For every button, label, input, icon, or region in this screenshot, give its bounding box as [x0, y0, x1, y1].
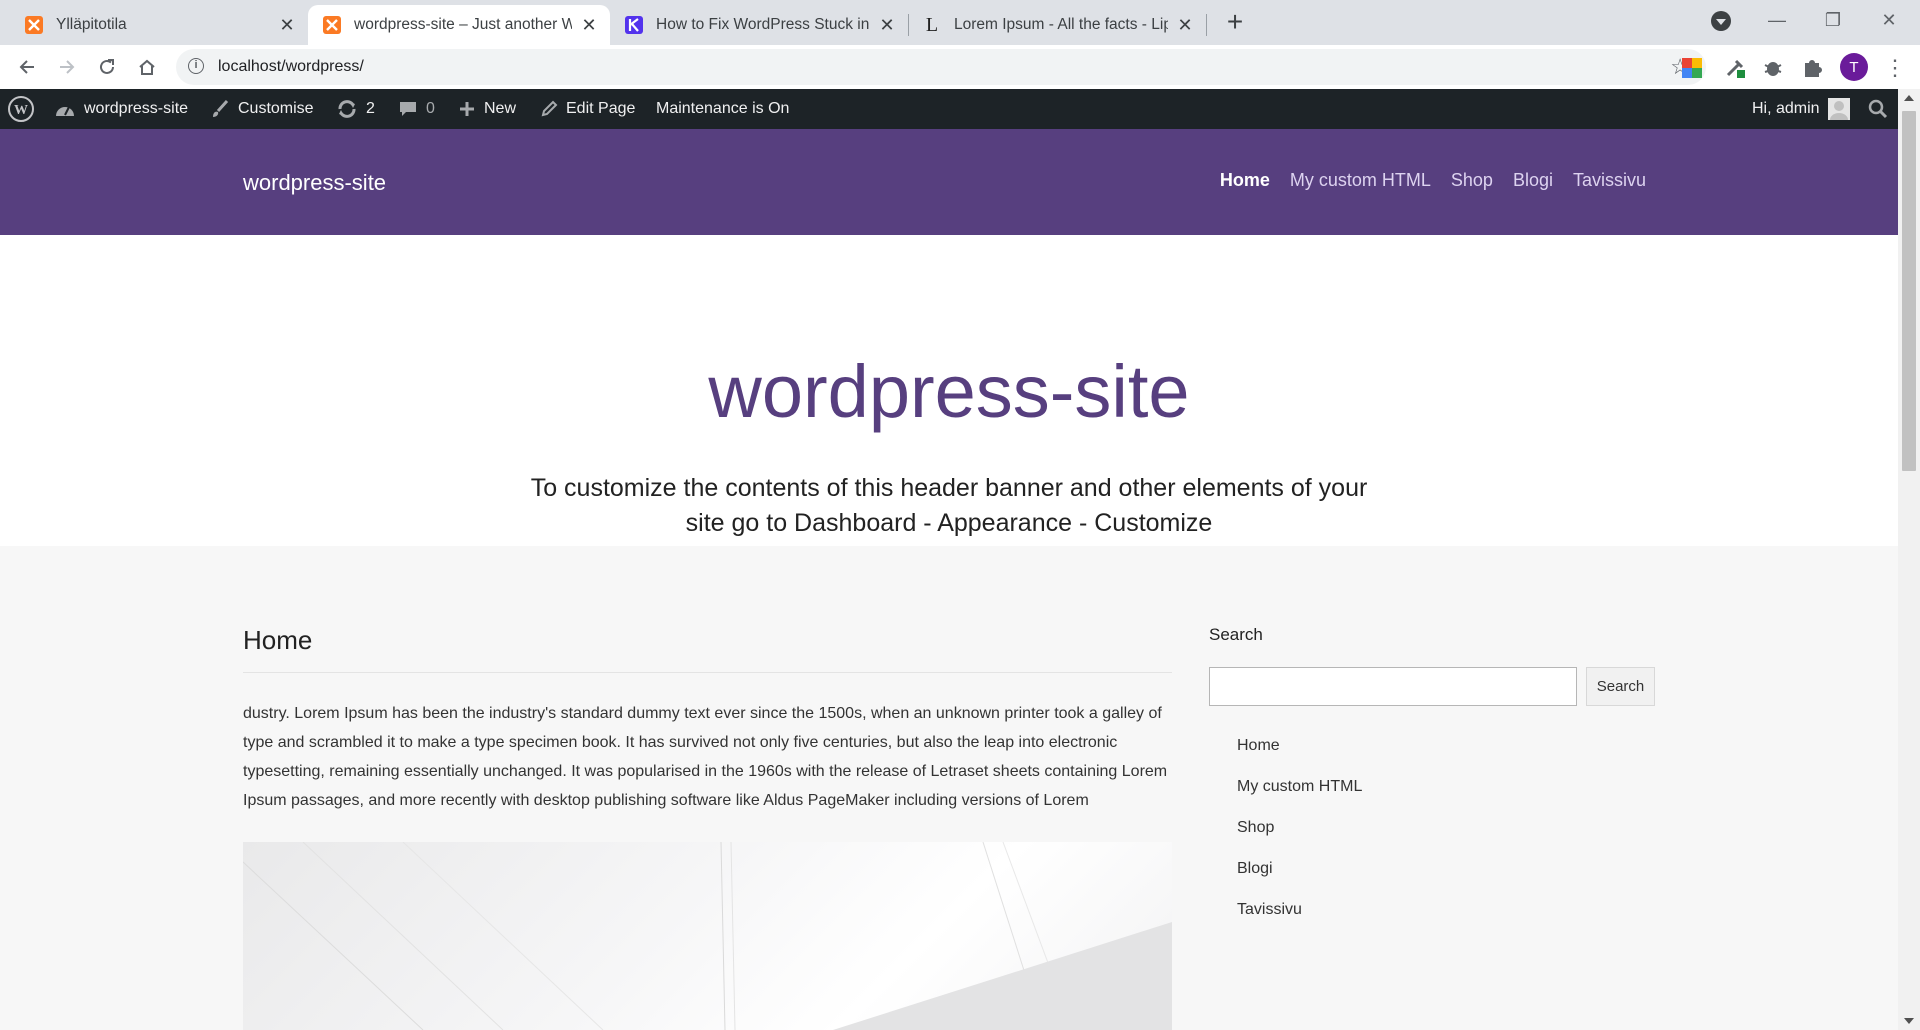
kinsta-icon — [624, 15, 644, 35]
tab-search-icon[interactable] — [1711, 11, 1731, 31]
admin-site-name-label: wordpress-site — [84, 100, 189, 117]
forward-icon[interactable] — [52, 52, 82, 82]
main-navigation: Home My custom HTML Shop Blogi Tavissivu — [1200, 170, 1646, 191]
profile-initial: T — [1849, 58, 1859, 76]
site-header: wordpress-site Home My custom HTML Shop … — [0, 129, 1898, 235]
browser-tab-strip: Ylläpitotila ✕ wordpress-site – Just ano… — [0, 0, 1920, 45]
profile-avatar[interactable]: T — [1840, 53, 1868, 81]
nav-shop[interactable]: Shop — [1451, 170, 1493, 191]
brush-icon — [210, 99, 230, 119]
updates-icon — [336, 99, 358, 119]
reload-icon[interactable] — [92, 52, 122, 82]
browser-tab-wordpress-site[interactable]: wordpress-site – Just another WordPress … — [308, 5, 610, 45]
plus-icon — [458, 100, 476, 118]
dashboard-icon — [54, 100, 76, 118]
admin-site-name[interactable]: wordpress-site — [54, 89, 188, 129]
tab-separator — [1206, 14, 1207, 36]
search-input[interactable] — [1209, 667, 1577, 706]
nav-tavissivu[interactable]: Tavissivu — [1573, 170, 1646, 191]
scrollbar-thumb[interactable] — [1902, 111, 1916, 471]
xampp-icon — [322, 15, 342, 35]
close-tab-icon[interactable]: ✕ — [1176, 15, 1194, 36]
admin-customise[interactable]: Customise — [210, 89, 314, 129]
extension-bug-icon[interactable] — [1762, 57, 1784, 79]
admin-account[interactable]: Hi, admin — [1752, 89, 1850, 129]
new-tab-icon[interactable]: + — [1220, 8, 1250, 38]
admin-comments[interactable]: 0 — [398, 89, 435, 129]
extension-google-icon[interactable] — [1681, 57, 1703, 79]
updates-count: 2 — [366, 100, 375, 117]
scroll-down-arrow-icon[interactable] — [1904, 1018, 1914, 1024]
home-icon[interactable] — [132, 52, 162, 82]
admin-maintenance-label: Maintenance is On — [656, 100, 790, 117]
nav-home[interactable]: Home — [1220, 170, 1270, 191]
admin-customise-label: Customise — [238, 100, 314, 117]
sidebar-link-my-custom-html[interactable]: My custom HTML — [1237, 778, 1362, 819]
site-title-link[interactable]: wordpress-site — [243, 170, 386, 196]
nav-blogi[interactable]: Blogi — [1513, 170, 1553, 191]
address-bar[interactable]: i localhost/wordpress/ ☆ — [176, 49, 1706, 85]
featured-image — [243, 842, 1172, 1030]
extensions-puzzle-icon[interactable] — [1801, 57, 1823, 79]
admin-new-label: New — [484, 100, 517, 117]
search-form: Search — [1209, 667, 1655, 706]
comments-count: 0 — [426, 100, 435, 117]
admin-edit-page[interactable]: Edit Page — [540, 89, 635, 129]
wordpress-logo-icon[interactable]: W — [8, 89, 34, 129]
admin-greeting: Hi, admin — [1752, 100, 1820, 117]
admin-new[interactable]: New — [458, 89, 516, 129]
browser-tab-lipsum[interactable]: L Lorem Ipsum - All the facts - Lipsum g… — [908, 5, 1206, 45]
scroll-up-arrow-icon[interactable] — [1904, 95, 1914, 101]
search-widget-title: Search — [1209, 625, 1263, 644]
wp-admin-bar: W wordpress-site Customise 2 0 New Edit … — [0, 89, 1898, 129]
sidebar-pages-list: Home My custom HTML Shop Blogi Tavissivu — [1237, 737, 1362, 942]
header-banner: wordpress-site To customize the contents… — [0, 235, 1898, 546]
close-window-icon[interactable]: ✕ — [1861, 4, 1917, 36]
admin-updates[interactable]: 2 — [336, 89, 375, 129]
banner-title: wordpress-site — [708, 350, 1190, 433]
browser-menu-icon[interactable]: ⋮ — [1884, 57, 1906, 79]
close-tab-icon[interactable]: ✕ — [878, 15, 896, 36]
tab-title: Lorem Ipsum - All the facts - Lipsum gen… — [954, 16, 1168, 33]
page-body-text: dustry. Lorem Ipsum has been the industr… — [243, 705, 1168, 809]
tab-title: wordpress-site – Just another WordPress … — [354, 16, 572, 33]
page-viewport: wordpress-site Home My custom HTML Shop … — [0, 129, 1898, 1030]
close-tab-icon[interactable]: ✕ — [278, 15, 296, 36]
search-button[interactable]: Search — [1586, 667, 1655, 706]
back-icon[interactable] — [12, 52, 42, 82]
browser-toolbar: i localhost/wordpress/ ☆ T ⋮ — [0, 45, 1920, 90]
pencil-icon — [540, 100, 558, 118]
site-info-icon[interactable]: i — [188, 58, 204, 74]
nav-my-custom-html[interactable]: My custom HTML — [1290, 170, 1431, 191]
xampp-icon — [24, 15, 44, 35]
sidebar-link-blogi[interactable]: Blogi — [1237, 860, 1362, 901]
tab-title: Ylläpitotila — [56, 16, 127, 33]
url-text[interactable]: localhost/wordpress/ — [218, 58, 364, 76]
page-scrollbar[interactable] — [1898, 89, 1920, 1030]
admin-maintenance-status[interactable]: Maintenance is On — [656, 89, 789, 129]
admin-search-icon[interactable] — [1868, 89, 1888, 129]
close-tab-icon[interactable]: ✕ — [580, 15, 598, 36]
browser-tab-kinsta[interactable]: How to Fix WordPress Stuck in Maintenanc… — [610, 5, 908, 45]
lipsum-icon: L — [925, 13, 939, 36]
browser-tab-yllapitotila[interactable]: Ylläpitotila ✕ — [10, 5, 308, 45]
admin-avatar — [1827, 98, 1850, 120]
extension-eyedropper-icon[interactable] — [1724, 57, 1746, 79]
minimize-icon[interactable]: — — [1749, 4, 1805, 36]
sidebar-link-tavissivu[interactable]: Tavissivu — [1237, 901, 1362, 942]
restore-icon[interactable]: ❐ — [1805, 4, 1861, 36]
banner-subtitle: To customize the contents of this header… — [530, 474, 1368, 537]
svg-text:W: W — [14, 103, 28, 118]
sidebar-link-home[interactable]: Home — [1237, 737, 1362, 778]
tab-title: How to Fix WordPress Stuck in Maintenanc… — [656, 16, 870, 33]
sidebar-link-shop[interactable]: Shop — [1237, 819, 1362, 860]
sidebar: Search Search Home My custom HTML Shop B… — [1209, 625, 1659, 918]
main-content: Home dustry. Lorem Ipsum has been the in… — [243, 625, 1172, 815]
admin-edit-page-label: Edit Page — [566, 100, 636, 117]
page-title: Home — [243, 625, 1172, 673]
comment-icon — [398, 99, 418, 119]
